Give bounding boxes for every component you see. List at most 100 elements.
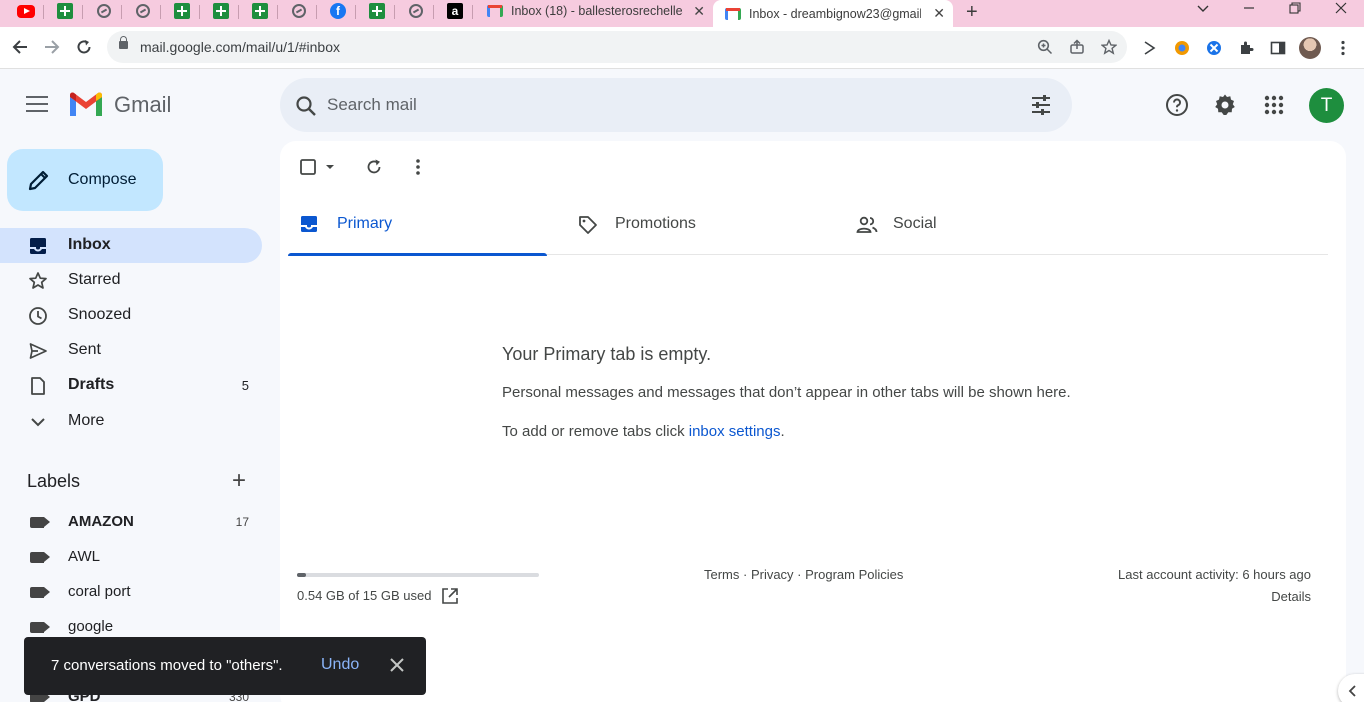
label-tag-icon <box>30 552 50 563</box>
pinned-tab[interactable] <box>281 0 317 22</box>
gmail-logo-icon[interactable] <box>68 92 104 118</box>
label-name: AMAZON <box>68 513 134 530</box>
sidebar-item-starred[interactable]: Starred <box>0 263 262 298</box>
labels-heading: Labels <box>27 471 81 491</box>
refresh-icon[interactable] <box>365 157 383 177</box>
pinned-tab[interactable]: a <box>437 0 473 22</box>
extension-orange-icon[interactable] <box>1173 39 1191 57</box>
close-icon[interactable] <box>388 656 406 674</box>
sheets-icon <box>213 3 229 19</box>
add-label-icon[interactable]: + <box>232 469 246 493</box>
apps-grid-icon[interactable] <box>1261 92 1287 118</box>
pinned-tab[interactable] <box>398 0 434 22</box>
sidebar-item-drafts[interactable]: Drafts 5 <box>0 368 262 403</box>
share-icon[interactable] <box>1068 38 1086 56</box>
pencil-icon <box>28 170 49 191</box>
search-icon[interactable] <box>294 94 318 118</box>
tab-label: Social <box>893 215 937 232</box>
extension-arrow-icon[interactable] <box>1141 39 1159 57</box>
clock-icon <box>29 307 47 325</box>
tab-label: Primary <box>337 215 393 232</box>
sidebar-item-sent[interactable]: Sent <box>0 333 262 368</box>
pinned-tab[interactable] <box>8 0 44 22</box>
more-actions-icon[interactable] <box>415 157 421 177</box>
hint-prefix: To add or remove tabs click <box>502 423 689 440</box>
pinned-tab[interactable] <box>86 0 122 22</box>
compose-button[interactable]: Compose <box>7 149 163 211</box>
gmail-wordmark: Gmail <box>114 92 172 117</box>
label-name: google <box>68 618 114 635</box>
forward-arrow-icon[interactable] <box>40 35 64 59</box>
pinned-tab[interactable] <box>125 0 161 22</box>
sheets-icon <box>174 3 190 19</box>
minimize-window-icon[interactable] <box>1226 0 1272 20</box>
new-tab-button[interactable]: + <box>966 1 978 24</box>
bookmark-star-icon[interactable] <box>1100 38 1118 56</box>
extensions-puzzle-icon[interactable] <box>1237 39 1255 57</box>
sidebar-item-label: More <box>68 412 105 429</box>
browser-menu-icon[interactable] <box>1334 39 1352 57</box>
close-tab-icon[interactable]: ✕ <box>933 5 945 22</box>
sidebar-item-label: Starred <box>68 271 121 288</box>
browser-profile-avatar[interactable] <box>1299 37 1321 59</box>
close-tab-icon[interactable]: ✕ <box>693 3 705 20</box>
zoom-icon[interactable] <box>1036 38 1054 56</box>
pinned-tab[interactable] <box>242 0 278 22</box>
hint-suffix: . <box>780 423 785 440</box>
label-name: coral port <box>68 583 131 600</box>
side-panel-toggle-chevron-icon[interactable] <box>1338 674 1364 702</box>
select-all-checkbox[interactable] <box>300 157 338 177</box>
browser-tab-title: Inbox - dreambignow23@gmail. <box>749 6 921 21</box>
settings-gear-icon[interactable] <box>1212 92 1238 118</box>
send-icon <box>29 343 47 359</box>
snackbar-message: 7 conversations moved to "others". <box>51 657 283 674</box>
snackbar-toast: 7 conversations moved to "others". Undo <box>24 637 426 695</box>
sheets-icon <box>252 3 268 19</box>
drafts-count: 5 <box>241 378 249 393</box>
extension-blue-icon[interactable] <box>1205 39 1223 57</box>
browser-tab-inbox-other[interactable]: Inbox (18) - ballesterosrechelle4 ✕ <box>475 0 713 22</box>
storage-usage-text: 0.54 GB of 15 GB used <box>297 588 432 603</box>
label-item[interactable]: AMAZON 17 <box>0 505 262 540</box>
tab-promotions[interactable]: Promotions <box>566 195 825 255</box>
pinned-tab[interactable] <box>203 0 239 22</box>
back-arrow-icon[interactable] <box>8 35 32 59</box>
sheets-icon <box>57 3 73 19</box>
restore-window-icon[interactable] <box>1272 0 1318 20</box>
tab-social[interactable]: Social <box>844 195 1103 255</box>
search-options-icon[interactable] <box>1030 94 1052 116</box>
storage-progress-fill <box>297 573 306 577</box>
search-input[interactable] <box>327 91 1007 119</box>
sidebar-item-more[interactable]: More <box>0 404 262 439</box>
details-link[interactable]: Details <box>1271 589 1311 604</box>
close-window-icon[interactable] <box>1318 0 1364 20</box>
tab-primary[interactable]: Primary <box>288 195 547 256</box>
gmail-favicon-icon <box>487 5 503 17</box>
tab-search-chevron-icon[interactable] <box>1180 0 1226 20</box>
browser-tab-inbox-active[interactable]: Inbox - dreambignow23@gmail. ✕ <box>713 0 953 27</box>
footer-links[interactable]: Terms · Privacy · Program Policies <box>704 567 903 582</box>
inbox-settings-link[interactable]: inbox settings <box>689 423 781 440</box>
sheets-icon <box>369 3 385 19</box>
undo-button[interactable]: Undo <box>321 656 359 674</box>
url-text: mail.google.com/mail/u/1/#inbox <box>140 39 340 55</box>
reload-icon[interactable] <box>72 35 96 59</box>
inbox-tab-icon <box>301 216 317 232</box>
label-item[interactable]: coral port <box>0 575 262 610</box>
help-icon[interactable] <box>1164 92 1190 118</box>
pinned-tab[interactable] <box>359 0 395 22</box>
label-item[interactable]: AWL <box>0 540 262 575</box>
main-menu-icon[interactable] <box>26 96 48 114</box>
account-avatar[interactable]: T <box>1309 88 1344 123</box>
globe-icon <box>97 4 111 18</box>
side-panel-icon[interactable] <box>1269 39 1287 57</box>
pinned-tab[interactable] <box>164 0 200 22</box>
sidebar-item-snoozed[interactable]: Snoozed <box>0 298 262 333</box>
sidebar-item-inbox[interactable]: Inbox <box>0 228 262 263</box>
globe-icon <box>136 4 150 18</box>
sidebar-item-label: Snoozed <box>68 306 132 323</box>
open-in-new-icon[interactable] <box>441 587 459 605</box>
pinned-tab[interactable]: f <box>320 0 356 22</box>
address-bar[interactable]: mail.google.com/mail/u/1/#inbox <box>107 31 1127 63</box>
pinned-tab[interactable] <box>47 0 83 22</box>
